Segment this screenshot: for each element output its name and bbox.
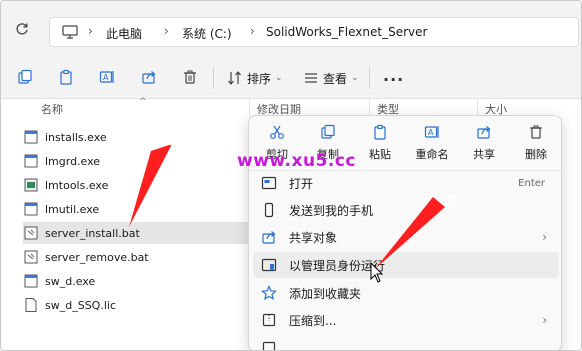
svg-text:A: A bbox=[428, 128, 434, 137]
new-item-icon[interactable] bbox=[17, 69, 33, 85]
column-divider[interactable] bbox=[249, 99, 250, 117]
exe-file-icon bbox=[24, 154, 38, 168]
file-row[interactable]: lmgrd.exe bbox=[23, 150, 249, 172]
computer-icon bbox=[62, 25, 78, 39]
chevron-down-icon: ⌄ bbox=[351, 73, 359, 83]
text-file-icon bbox=[25, 298, 37, 312]
share-icon bbox=[477, 126, 491, 139]
file-name: lmtools.exe bbox=[45, 178, 109, 192]
exe-file-icon bbox=[24, 202, 38, 216]
trash-icon bbox=[530, 125, 542, 139]
chevron-right-icon: › bbox=[88, 24, 93, 38]
copy-icon bbox=[321, 124, 335, 139]
menu-item-add-favorites[interactable]: 添加到收藏夹 bbox=[253, 280, 559, 306]
sort-icon bbox=[228, 71, 241, 85]
phone-icon bbox=[264, 202, 274, 218]
step-number-2: 2 bbox=[447, 192, 459, 211]
menu-item-run-as-admin[interactable]: 以管理员身份运行 bbox=[253, 252, 559, 278]
zip-icon bbox=[262, 313, 276, 327]
file-row-selected[interactable]: server_install.bat bbox=[23, 222, 249, 244]
breadcrumb-item-this-pc[interactable]: 此电脑 bbox=[106, 25, 142, 42]
file-name: sw_d.exe bbox=[45, 274, 96, 288]
shield-icon bbox=[261, 258, 277, 272]
exe-file-icon bbox=[24, 130, 38, 144]
file-explorer-window: › 此电脑 › 系统 (C:) › SolidWorks_Flexnet_Ser… bbox=[0, 0, 582, 351]
file-row[interactable]: sw_d.exe bbox=[23, 270, 249, 292]
paste-button[interactable]: 粘贴 bbox=[356, 124, 404, 168]
rename-icon[interactable]: A bbox=[99, 69, 115, 85]
rename-button[interactable]: A 重命名 bbox=[408, 124, 456, 168]
sort-button[interactable]: 排序 ⌄ bbox=[227, 69, 283, 87]
breadcrumb-item-drive-c[interactable]: 系统 (C:) bbox=[182, 25, 232, 42]
paste-icon[interactable] bbox=[58, 69, 74, 85]
delete-label: 删除 bbox=[525, 148, 547, 161]
toolbar-divider bbox=[213, 67, 214, 89]
bat-file-icon bbox=[24, 250, 38, 264]
menu-icon bbox=[262, 341, 276, 350]
menu-item-send-to-phone[interactable]: 发送到我的手机 bbox=[253, 197, 559, 223]
command-bar: A 排序 ⌄ 查看 ⌄ ... bbox=[1, 57, 581, 99]
menu-item-label: 发送到我的手机 bbox=[289, 203, 374, 218]
menu-item-cutoff[interactable] bbox=[253, 335, 559, 350]
scissors-icon bbox=[270, 125, 284, 139]
rename-label: 重命名 bbox=[415, 148, 449, 161]
toolbar-divider bbox=[369, 67, 370, 89]
chevron-down-icon: ⌄ bbox=[275, 73, 283, 83]
menu-item-label: 打开 bbox=[289, 176, 314, 191]
file-name: server_install.bat bbox=[45, 226, 140, 240]
refresh-icon[interactable] bbox=[13, 21, 31, 39]
menu-item-label: 添加到收藏夹 bbox=[289, 286, 362, 301]
bat-file-icon bbox=[24, 226, 38, 240]
chevron-right-icon: › bbox=[164, 24, 169, 38]
menu-item-compress[interactable]: 压缩到... › bbox=[253, 307, 559, 333]
menu-item-label: 以管理员身份运行 bbox=[289, 258, 386, 273]
file-row[interactable]: lmutil.exe bbox=[23, 198, 249, 220]
address-bar-region: › 此电脑 › 系统 (C:) › SolidWorks_Flexnet_Ser… bbox=[1, 1, 581, 57]
open-icon bbox=[261, 176, 277, 190]
file-row[interactable]: sw_d_SSQ.lic bbox=[23, 294, 249, 316]
more-options-button[interactable]: ... bbox=[383, 68, 404, 84]
column-header-name[interactable]: 名称 bbox=[41, 101, 63, 117]
view-button[interactable]: 查看 ⌄ bbox=[303, 69, 359, 87]
file-row[interactable]: lmtools.exe bbox=[23, 174, 249, 196]
watermark: www.xu5.cc bbox=[237, 151, 356, 171]
view-icon bbox=[305, 73, 317, 83]
file-name: sw_d_SSQ.lic bbox=[45, 298, 116, 312]
step-number-1: 1 bbox=[166, 139, 178, 158]
file-name: lmgrd.exe bbox=[45, 154, 101, 168]
paste-label: 粘贴 bbox=[369, 148, 391, 161]
menu-item-label: 共享对象 bbox=[289, 230, 338, 245]
menu-item-open[interactable]: 打开 Enter bbox=[253, 170, 559, 196]
menu-item-shortcut: Enter bbox=[518, 177, 545, 189]
svg-text:A: A bbox=[103, 73, 109, 82]
delete-button[interactable]: 删除 bbox=[512, 124, 560, 168]
file-name: server_remove.bat bbox=[45, 250, 149, 264]
trash-icon[interactable] bbox=[182, 69, 198, 85]
chevron-right-icon: › bbox=[542, 230, 547, 244]
file-name: lmutil.exe bbox=[45, 202, 100, 216]
menu-item-share-to[interactable]: 共享对象 › bbox=[253, 224, 559, 250]
rename-icon: A bbox=[424, 126, 439, 138]
share-icon[interactable] bbox=[141, 69, 157, 85]
address-bar[interactable]: › 此电脑 › 系统 (C:) › SolidWorks_Flexnet_Ser… bbox=[49, 17, 579, 47]
share-icon bbox=[262, 231, 276, 244]
file-row[interactable]: installs.exe bbox=[23, 126, 249, 148]
breadcrumb-item-folder[interactable]: SolidWorks_Flexnet_Server bbox=[266, 25, 427, 39]
view-label: 查看 bbox=[323, 71, 348, 86]
share-label: 共享 bbox=[473, 148, 495, 161]
file-row[interactable]: server_remove.bat bbox=[23, 246, 249, 268]
exe-file-icon bbox=[24, 274, 38, 288]
star-icon bbox=[261, 285, 277, 301]
sort-label: 排序 bbox=[247, 71, 272, 86]
menu-item-label: 压缩到... bbox=[289, 313, 337, 328]
file-name: installs.exe bbox=[45, 130, 107, 144]
chevron-right-icon: › bbox=[542, 313, 547, 327]
paste-icon bbox=[374, 124, 386, 140]
sort-ascending-icon: ^ bbox=[139, 97, 147, 107]
exe-app-icon bbox=[24, 178, 38, 192]
chevron-right-icon: › bbox=[250, 24, 255, 38]
share-button[interactable]: 共享 bbox=[460, 124, 508, 168]
